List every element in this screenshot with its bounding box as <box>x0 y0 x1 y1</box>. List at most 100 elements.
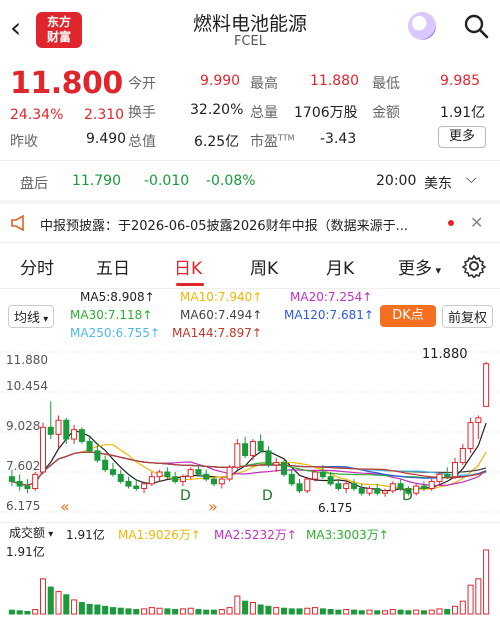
dk-point-button[interactable]: DK点 <box>380 305 436 327</box>
chevron-down-icon[interactable]: ⌵ <box>466 171 477 187</box>
assistant-robot-icon[interactable] <box>408 12 436 40</box>
candle-body <box>117 473 124 482</box>
candle-body <box>459 447 466 464</box>
y-tick-label: 6.175 <box>6 499 40 513</box>
candle <box>343 481 350 494</box>
volume-bar <box>172 609 179 615</box>
prev-close-value: 9.490 <box>86 131 127 147</box>
volume-bar <box>102 605 109 615</box>
candle-body <box>374 487 381 494</box>
candle <box>257 434 264 454</box>
tab-more[interactable]: 更多 ▾ <box>398 254 441 279</box>
pe-label: 市盈TTM <box>250 131 295 151</box>
volume-bar <box>94 604 101 615</box>
volume-bar <box>405 610 412 615</box>
candle-body <box>413 485 420 494</box>
unread-dot <box>448 220 454 226</box>
volume-bar <box>280 607 288 615</box>
chart-period-tabs: 分时 五日 日K 周K 月K 更多 ▾ <box>0 248 500 284</box>
caret-down-icon: ▾ <box>45 529 54 540</box>
pe-label-text: 市盈 <box>250 134 278 150</box>
candle <box>234 439 241 470</box>
candle <box>55 415 62 449</box>
dk-marker-d: D <box>180 488 191 504</box>
candle <box>172 472 179 484</box>
candle-body <box>218 478 225 485</box>
close-icon[interactable]: ✕ <box>470 213 483 232</box>
candle <box>296 479 303 494</box>
change-amount: 2.310 <box>84 107 125 123</box>
volume-value: 1.91亿 <box>66 528 105 542</box>
candle <box>218 476 225 489</box>
volume-bar <box>78 601 85 615</box>
volume-bar <box>109 607 116 615</box>
volume-bar <box>71 599 78 615</box>
after-hours-zone: 美东 <box>424 176 452 192</box>
tab-intraday[interactable]: 分时 <box>20 254 54 279</box>
candle-body <box>467 422 474 449</box>
volume-bar <box>467 584 474 615</box>
candle-body <box>141 483 148 489</box>
after-hours-label: 盘后 <box>20 176 48 192</box>
candle-body <box>475 417 482 424</box>
pe-superscript: TTM <box>278 133 295 143</box>
volume-bar <box>24 610 31 615</box>
amount-value: 1.91亿 <box>440 105 486 121</box>
after-hours-time: 20:00 <box>376 173 417 189</box>
volume-bar <box>335 609 342 615</box>
volume-chart[interactable]: 1.91亿 <box>0 544 500 616</box>
volume-bar <box>210 609 218 615</box>
volume-bar <box>483 549 490 615</box>
candle-body <box>288 473 295 485</box>
candlestick-chart[interactable]: 11.880 10.454 9.028 7.602 6.175 11.880 6.175… <box>0 344 500 520</box>
tab-five-day[interactable]: 五日 <box>96 254 130 279</box>
candle-body <box>265 450 272 466</box>
tab-daily-k[interactable]: 日K <box>174 254 202 279</box>
after-hours-change-pct: -0.08% <box>206 173 256 189</box>
tab-monthly-k[interactable]: 月K <box>326 254 354 279</box>
signal-marker-icon: « <box>60 497 70 516</box>
volume-bar <box>47 586 54 615</box>
ma30-label: MA30:7.118↑ <box>70 308 153 322</box>
disclosure-banner[interactable]: 中报预披露：于2026-06-05披露2026财年中报（数据来源于... ✕ <box>0 206 500 240</box>
ma60-label: MA60:7.494↑ <box>180 308 263 322</box>
candle-body <box>133 485 140 489</box>
divider <box>0 288 500 289</box>
candle-body <box>257 440 264 452</box>
candle-body <box>382 490 389 494</box>
candle <box>109 462 116 477</box>
candle-body <box>428 480 435 489</box>
volume-indicator-select[interactable]: 成交额 ▾ <box>6 524 56 541</box>
low-value: 9.985 <box>440 73 481 89</box>
candle-body <box>210 478 218 485</box>
settings-gear-icon[interactable] <box>462 254 486 278</box>
candle <box>242 436 249 458</box>
candle-body <box>24 485 31 489</box>
candle-body <box>63 419 70 440</box>
ma144-label: MA144:7.897↑ <box>172 326 262 340</box>
candle-body <box>39 426 47 473</box>
volume-bar <box>32 609 39 615</box>
volume-bar <box>296 608 303 615</box>
adjust-mode-button[interactable]: 前复权 <box>442 305 494 328</box>
candle <box>265 446 272 468</box>
candle <box>203 469 210 482</box>
dk-marker-d: D <box>262 488 273 504</box>
volume-ma2: MA2:5232万↑ <box>214 528 297 542</box>
search-icon[interactable] <box>462 12 490 40</box>
candle-body <box>203 473 210 480</box>
caret-down-icon: ▾ <box>40 314 49 325</box>
candle-body <box>366 487 373 494</box>
after-hours-change: -0.010 <box>144 173 190 189</box>
tab-weekly-k[interactable]: 周K <box>250 254 278 279</box>
volume-bar <box>451 605 459 615</box>
volume-bar <box>249 601 256 615</box>
caret-down-icon: ▾ <box>432 264 442 277</box>
more-quote-button[interactable]: 更多 <box>438 126 486 148</box>
period-high-label: 11.880 <box>422 347 468 362</box>
open-value: 9.990 <box>200 73 241 89</box>
candle-body <box>296 483 303 492</box>
candle-body <box>16 480 23 487</box>
candle <box>187 467 194 480</box>
indicator-type-select[interactable]: 均线 ▾ <box>8 305 55 328</box>
